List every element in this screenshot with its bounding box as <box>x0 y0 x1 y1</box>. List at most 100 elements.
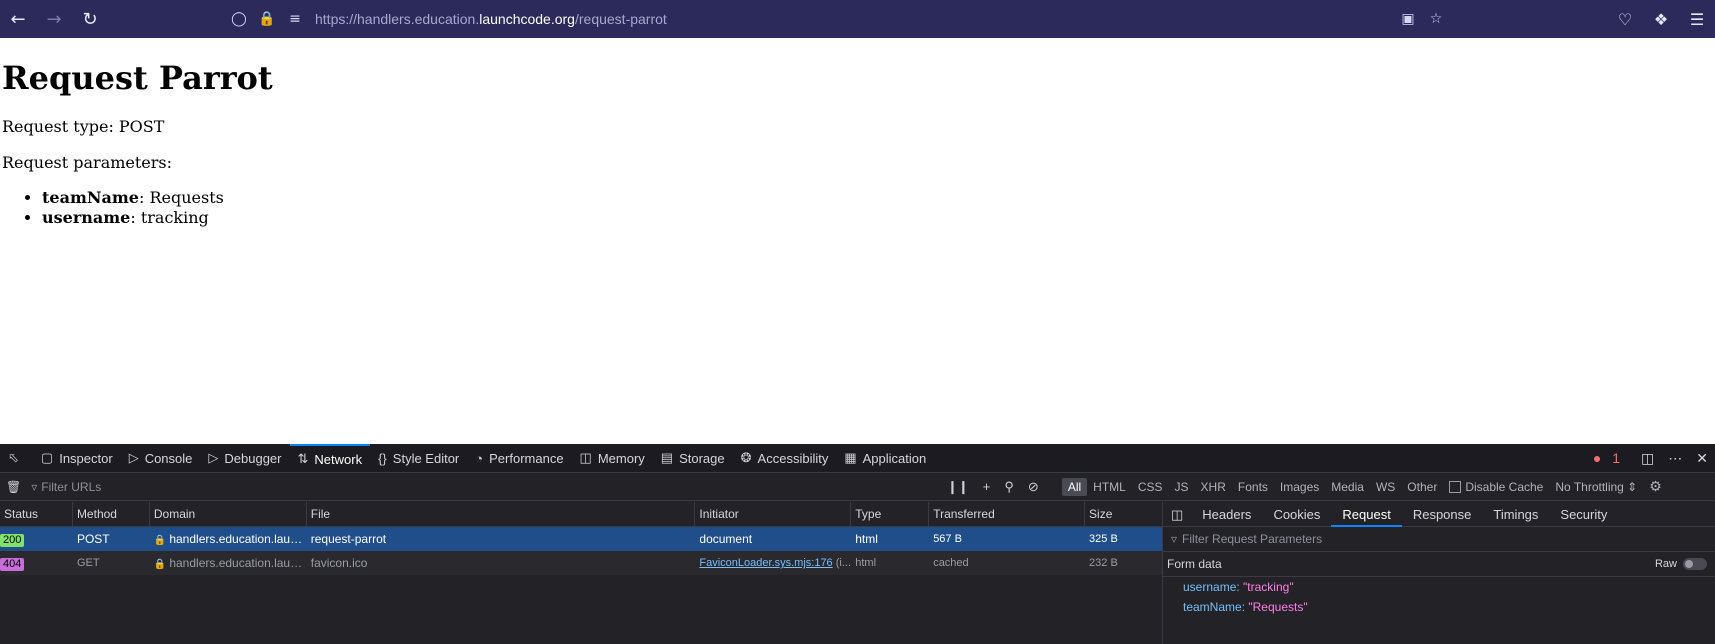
filter-media[interactable]: Media <box>1325 478 1370 496</box>
filter-js[interactable]: JS <box>1169 478 1195 496</box>
table-row[interactable]: 200 POST 🔒 handlers.education.laun... req… <box>0 527 1162 551</box>
tab-inspector[interactable]: ▢ Inspector <box>33 444 121 473</box>
tab-console[interactable]: ▷ Console <box>121 444 201 473</box>
request-type: Request type: POST <box>2 117 165 137</box>
shield-icon[interactable]: ◯ <box>225 11 253 27</box>
devtools-panel: ⬁ ▢ Inspector ▷ Console ▷ Debugger ⇅ Network… <box>0 443 1715 644</box>
lock-icon: 🔒 <box>153 559 167 570</box>
tab-application[interactable]: ▦ Application <box>836 444 934 473</box>
filter-icon: ▿ <box>31 479 38 494</box>
dock-icon[interactable]: ◫ <box>1634 450 1661 467</box>
throttling-select[interactable]: No Throttling ⇕ <box>1549 478 1643 496</box>
tab-debugger[interactable]: ▷ Debugger <box>200 444 289 473</box>
settings-gear-icon[interactable]: ⚙ <box>1643 476 1668 497</box>
tab-storage[interactable]: ▤ Storage <box>653 444 733 473</box>
request-domain: 🔒 handlers.education.laun... <box>153 556 307 570</box>
extensions-icon[interactable]: ❖ <box>1643 0 1679 38</box>
debugger-icon: ▷ <box>208 450 219 465</box>
page-content: Request Parrot Request type: POST Reques… <box>0 38 1715 444</box>
table-row[interactable]: 404 GET 🔒 handlers.education.laun... favi… <box>0 551 1162 575</box>
request-transferred: 567 B <box>933 533 962 545</box>
sidebar-toggle-icon[interactable]: ◫ <box>1163 502 1191 527</box>
initiator-link[interactable]: FaviconLoader.sys.mjs:176 <box>699 557 832 569</box>
col-transferred[interactable]: Transferred <box>929 501 1086 527</box>
network-icon: ⇅ <box>297 451 309 466</box>
search-icon[interactable]: ⚲ <box>997 479 1021 495</box>
filter-images[interactable]: Images <box>1274 478 1325 496</box>
filter-ws[interactable]: WS <box>1370 478 1401 496</box>
details-tabbar: ◫ Headers Cookies Request Response Timin… <box>1163 502 1715 527</box>
tab-network[interactable]: ⇅ Network <box>289 443 371 473</box>
more-options-icon[interactable]: ⋯ <box>1661 450 1689 467</box>
list-item: teamName: "Requests" <box>1183 600 1308 614</box>
network-filter-bar: 🗑 ▿ Filter URLs ❙❙ + ⚲ ⊘ All HTML CSS JS… <box>0 473 1715 501</box>
filter-xhr[interactable]: XHR <box>1195 478 1232 496</box>
close-icon[interactable]: ✕ <box>1689 450 1715 467</box>
col-file[interactable]: File <box>307 501 696 527</box>
pocket-icon[interactable]: ♡ <box>1607 0 1643 38</box>
status-badge: 404 <box>0 558 25 571</box>
error-count-badge[interactable]: ● 1 <box>1586 450 1634 466</box>
col-type[interactable]: Type <box>851 501 930 527</box>
memory-icon: ◫ <box>579 450 592 465</box>
col-initiator[interactable]: Initiator <box>695 501 852 527</box>
style-editor-icon: {} <box>378 450 387 466</box>
menu-icon[interactable]: ☰ <box>1679 0 1715 38</box>
pause-icon[interactable]: ❙❙ <box>940 479 976 495</box>
raw-toggle[interactable]: Raw <box>1655 558 1707 570</box>
filter-fonts[interactable]: Fonts <box>1232 478 1274 496</box>
tab-response[interactable]: Response <box>1402 502 1483 527</box>
request-table: Status Method Domain File Initiator Type… <box>0 501 1163 644</box>
col-domain[interactable]: Domain <box>150 501 307 527</box>
application-icon: ▦ <box>844 450 857 465</box>
filter-icon: ▿ <box>1171 532 1178 546</box>
tab-memory[interactable]: ◫ Memory <box>572 444 653 473</box>
request-size: 232 B <box>1089 557 1118 569</box>
request-method: GET <box>76 557 100 569</box>
lock-icon[interactable]: 🔒 <box>253 11 281 27</box>
list-item: teamName: Requests <box>42 188 1715 208</box>
filter-html[interactable]: HTML <box>1087 478 1132 496</box>
tab-headers[interactable]: Headers <box>1191 502 1262 527</box>
filter-params-input[interactable]: ▿ Filter Request Parameters <box>1163 527 1715 552</box>
qr-code-icon[interactable]: ▣ <box>1394 11 1422 27</box>
tab-performance[interactable]: ◔ Performance <box>467 444 571 473</box>
col-size[interactable]: Size <box>1085 502 1162 527</box>
col-status[interactable]: Status <box>0 501 73 527</box>
permissions-icon[interactable]: ≡ <box>281 11 309 27</box>
add-icon[interactable]: + <box>976 479 998 494</box>
element-picker-icon[interactable]: ⬁ <box>0 444 33 473</box>
bookmark-star-icon[interactable]: ☆ <box>1422 11 1450 27</box>
request-initiator: document <box>699 532 753 546</box>
back-arrow-icon[interactable]: ← <box>0 0 36 38</box>
block-icon[interactable]: ⊘ <box>1021 479 1046 495</box>
url-text[interactable]: https://handlers.education.launchcode.or… <box>315 11 667 27</box>
list-item: username: "tracking" <box>1183 580 1294 594</box>
forward-arrow-icon[interactable]: → <box>36 0 72 38</box>
filter-other[interactable]: Other <box>1401 478 1443 496</box>
tab-style-editor[interactable]: {} Style Editor <box>370 444 467 473</box>
toggle-switch[interactable] <box>1683 558 1707 570</box>
tab-timings[interactable]: Timings <box>1482 502 1549 527</box>
form-data-header: Form data Raw <box>1163 552 1715 577</box>
request-method: POST <box>76 532 110 546</box>
filter-urls-input[interactable]: 🗑 ▿ Filter URLs <box>0 480 940 494</box>
col-method[interactable]: Method <box>73 501 150 527</box>
tab-accessibility[interactable]: ❂ Accessibility <box>733 444 837 473</box>
tab-security[interactable]: Security <box>1549 502 1618 527</box>
request-type: html <box>855 532 878 546</box>
filter-all[interactable]: All <box>1061 477 1088 496</box>
filter-css[interactable]: CSS <box>1132 478 1169 496</box>
page-title: Request Parrot <box>2 59 273 97</box>
disable-cache-checkbox[interactable]: Disable Cache <box>1443 478 1549 496</box>
status-badge: 200 <box>0 534 25 547</box>
request-transferred: cached <box>933 557 969 569</box>
url-bar[interactable]: ◯ 🔒 ≡ https://handlers.education.launchc… <box>225 4 1450 34</box>
reload-icon[interactable]: ↻ <box>72 0 108 38</box>
request-domain: 🔒 handlers.education.laun... <box>153 532 307 546</box>
tab-request[interactable]: Request <box>1331 502 1402 527</box>
trash-icon[interactable]: 🗑 <box>6 480 21 494</box>
request-details-panel: ◫ Headers Cookies Request Response Timin… <box>1163 502 1715 644</box>
tab-cookies[interactable]: Cookies <box>1262 502 1331 527</box>
browser-toolbar: ← → ↻ ◯ 🔒 ≡ https://handlers.education.l… <box>0 0 1715 38</box>
